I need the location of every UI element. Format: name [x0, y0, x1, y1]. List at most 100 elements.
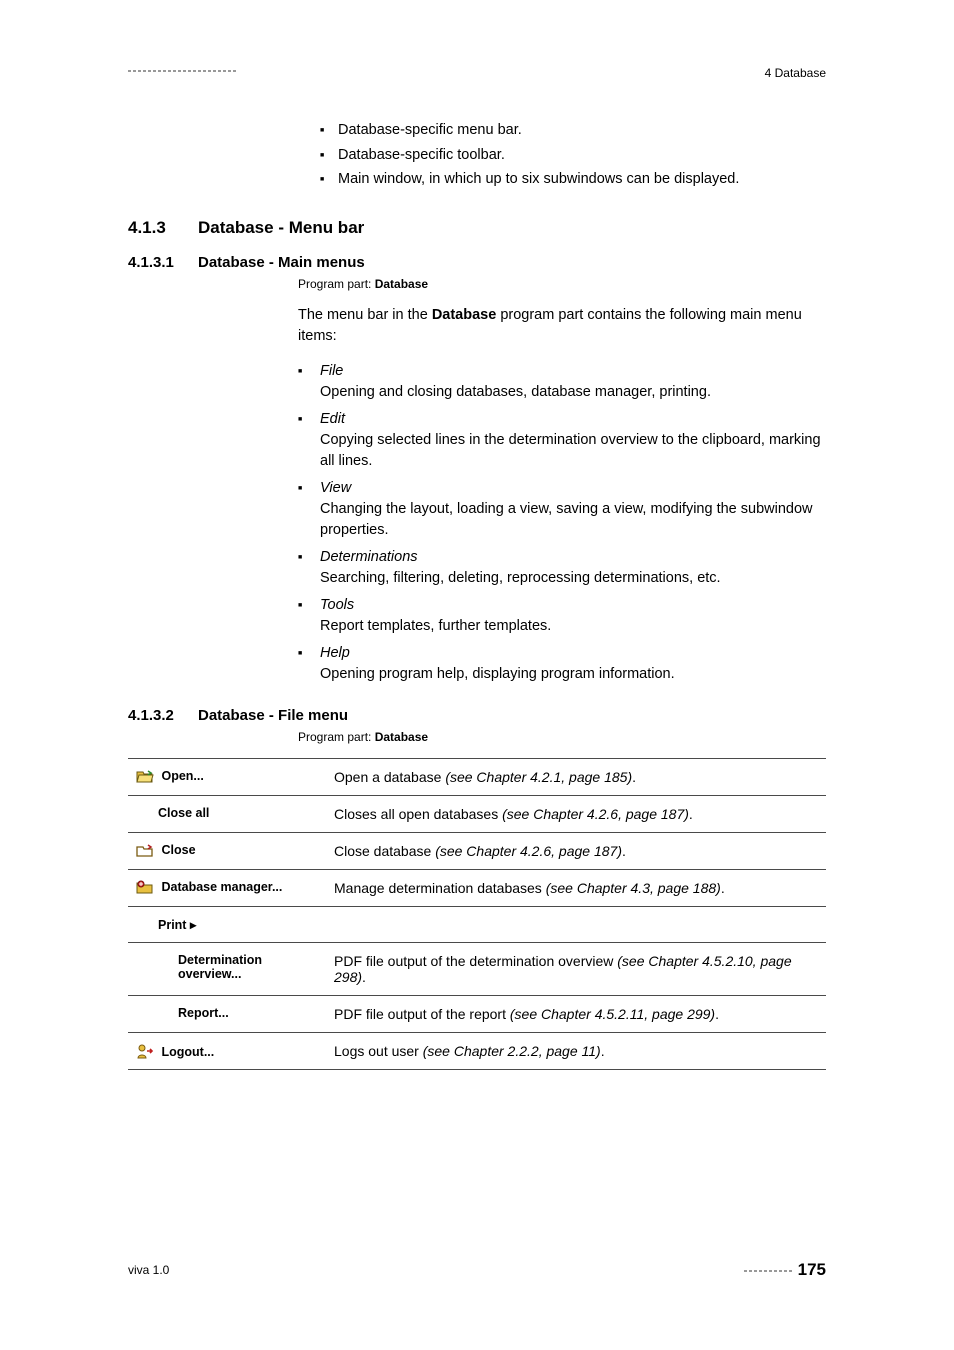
- footer-left: viva 1.0: [128, 1263, 169, 1277]
- paragraph: The menu bar in the Database program par…: [298, 305, 826, 347]
- label: Database manager...: [161, 880, 282, 894]
- pp-label: Program part:: [298, 730, 375, 744]
- list-item: Tools Report templates, further templates…: [298, 595, 826, 637]
- menu-desc: Closes all open databases (see Chapter 4…: [328, 796, 826, 833]
- list-item: Database-specific toolbar.: [320, 143, 826, 168]
- text: Close database: [334, 843, 435, 859]
- menu-desc: Copying selected lines in the determinat…: [320, 430, 826, 472]
- list-item: Edit Copying selected lines in the determ…: [298, 409, 826, 472]
- intro-bullet-list: Database-specific menu bar. Database-spe…: [320, 118, 826, 192]
- heading-number: 4.1.3.1: [128, 254, 198, 271]
- table-row: Database manager... Manage determination…: [128, 870, 826, 907]
- table-row: Print ▸: [128, 907, 826, 943]
- menu-item-determination-overview: Determination overview...: [128, 943, 328, 996]
- reference: (see Chapter 2.2.2, page 11): [423, 1043, 601, 1059]
- table-row: Close Close database (see Chapter 4.2.6,…: [128, 833, 826, 870]
- menu-item-print: Print ▸: [128, 907, 328, 943]
- menu-desc: Open a database (see Chapter 4.2.1, page…: [328, 759, 826, 796]
- menu-desc: Searching, filtering, deleting, reproces…: [320, 568, 826, 589]
- pp-label: Program part:: [298, 277, 375, 291]
- footer-decor: [744, 1270, 792, 1272]
- reference: (see Chapter 4.2.6, page 187): [502, 806, 689, 822]
- pp-value: Database: [375, 277, 428, 291]
- list-item: Determinations Searching, filtering, dele…: [298, 547, 826, 589]
- header-decor: [128, 70, 238, 72]
- page-footer: viva 1.0 175: [128, 1260, 826, 1280]
- menu-item-close-all: Close all: [128, 796, 328, 833]
- menu-desc: PDF file output of the report (see Chapt…: [328, 996, 826, 1033]
- program-part-line: Program part: Database: [298, 277, 826, 291]
- text: PDF file output of the report: [334, 1006, 510, 1022]
- table-row: Open... Open a database (see Chapter 4.2…: [128, 759, 826, 796]
- list-item: Database-specific menu bar.: [320, 118, 826, 143]
- database-manager-icon: [136, 880, 154, 894]
- text: PDF file output of the determination ove…: [334, 953, 617, 969]
- menu-desc: Opening program help, displaying program…: [320, 664, 826, 685]
- text: .: [715, 1006, 719, 1022]
- list-item: View Changing the layout, loading a view,…: [298, 478, 826, 541]
- menu-name: Edit: [320, 411, 345, 427]
- heading-4-1-3-1: 4.1.3.1 Database - Main menus: [128, 254, 826, 271]
- menu-item-report: Report...: [128, 996, 328, 1033]
- list-item: Main window, in which up to six subwindo…: [320, 167, 826, 192]
- menu-name: Tools: [320, 597, 354, 613]
- reference: (see Chapter 4.3, page 188): [546, 880, 721, 896]
- heading-title: Database - Main menus: [198, 254, 365, 271]
- menu-item-db-manager: Database manager...: [128, 870, 328, 907]
- text-bold: Database: [432, 307, 496, 323]
- menu-item-logout: Logout...: [128, 1033, 328, 1070]
- table-row: Determination overview... PDF file outpu…: [128, 943, 826, 996]
- label: Logout...: [161, 1045, 214, 1059]
- text: Manage determination databases: [334, 880, 546, 896]
- menu-desc: Close database (see Chapter 4.2.6, page …: [328, 833, 826, 870]
- heading-number: 4.1.3.2: [128, 707, 198, 724]
- close-folder-icon: [136, 843, 154, 857]
- label: Close all: [158, 806, 209, 820]
- menu-desc-empty: [328, 907, 826, 943]
- menu-name: View: [320, 480, 351, 496]
- label: Determination overview...: [178, 953, 262, 981]
- file-menu-table: Open... Open a database (see Chapter 4.2…: [128, 758, 826, 1070]
- text: Logs out user: [334, 1043, 423, 1059]
- list-item: Help Opening program help, displaying pro…: [298, 643, 826, 685]
- header-section: 4 Database: [765, 66, 826, 80]
- table-row: Report... PDF file output of the report …: [128, 996, 826, 1033]
- menu-desc: Manage determination databases (see Chap…: [328, 870, 826, 907]
- reference: (see Chapter 4.2.6, page 187): [435, 843, 622, 859]
- menu-name: Determinations: [320, 549, 418, 565]
- text: .: [601, 1043, 605, 1059]
- menu-name: File: [320, 363, 343, 379]
- menu-list: File Opening and closing databases, datab…: [298, 361, 826, 685]
- heading-title: Database - Menu bar: [198, 218, 364, 238]
- heading-4-1-3-2: 4.1.3.2 Database - File menu: [128, 707, 826, 724]
- label: Open...: [161, 769, 203, 783]
- menu-desc: Report templates, further templates.: [320, 616, 826, 637]
- heading-title: Database - File menu: [198, 707, 348, 724]
- menu-desc: Logs out user (see Chapter 2.2.2, page 1…: [328, 1033, 826, 1070]
- table-row: Logout... Logs out user (see Chapter 2.2…: [128, 1033, 826, 1070]
- menu-desc: Opening and closing databases, database …: [320, 382, 826, 403]
- program-part-line: Program part: Database: [298, 730, 826, 744]
- label: Close: [161, 843, 195, 857]
- text: .: [362, 969, 366, 985]
- pp-value: Database: [375, 730, 428, 744]
- menu-desc: PDF file output of the determination ove…: [328, 943, 826, 996]
- text: .: [689, 806, 693, 822]
- heading-number: 4.1.3: [128, 218, 198, 238]
- label: Report...: [178, 1006, 229, 1020]
- reference: (see Chapter 4.2.1, page 185): [445, 769, 632, 785]
- open-folder-icon: [136, 769, 154, 783]
- text: .: [721, 880, 725, 896]
- reference: (see Chapter 4.5.2.11, page 299): [510, 1006, 715, 1022]
- heading-4-1-3: 4.1.3 Database - Menu bar: [128, 218, 826, 238]
- text: Closes all open databases: [334, 806, 502, 822]
- menu-desc: Changing the layout, loading a view, sav…: [320, 499, 826, 541]
- menu-name: Help: [320, 645, 350, 661]
- text: .: [632, 769, 636, 785]
- menu-item-close: Close: [128, 833, 328, 870]
- text: Open a database: [334, 769, 445, 785]
- text: The menu bar in the: [298, 307, 432, 323]
- menu-item-open: Open...: [128, 759, 328, 796]
- text: .: [622, 843, 626, 859]
- page-number: 175: [798, 1260, 826, 1279]
